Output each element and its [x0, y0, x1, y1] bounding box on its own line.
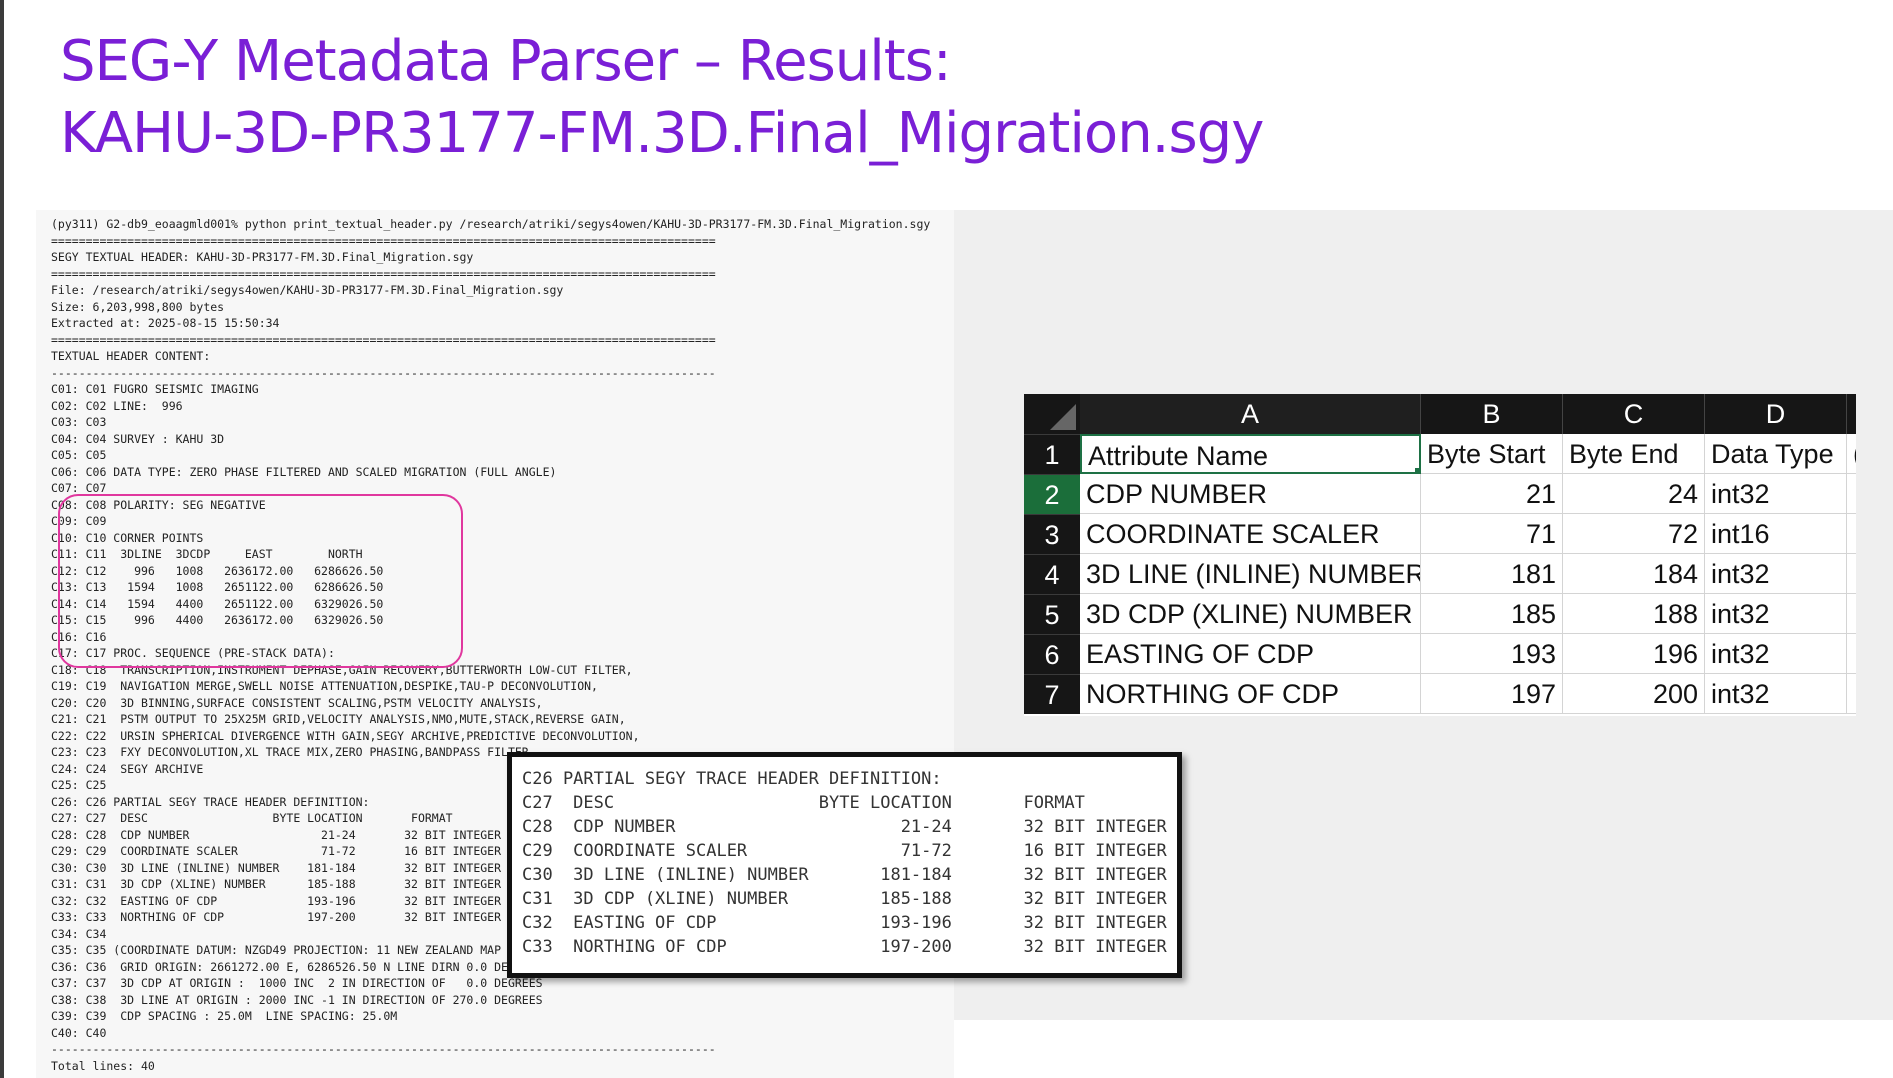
- row-header[interactable]: 7: [1024, 674, 1080, 714]
- cell-e5[interactable]: [1847, 594, 1856, 634]
- cell-e2[interactable]: [1847, 474, 1856, 514]
- cell-a1[interactable]: Attribute Name: [1080, 434, 1421, 474]
- cell-a4[interactable]: 3D LINE (INLINE) NUMBER: [1080, 554, 1421, 594]
- cell-a7[interactable]: NORTHING OF CDP: [1080, 674, 1421, 714]
- column-header-a[interactable]: A: [1080, 394, 1421, 434]
- slide-left-border: [0, 0, 4, 1078]
- cell-b5[interactable]: 185: [1421, 594, 1563, 634]
- cell-c6[interactable]: 196: [1563, 634, 1705, 674]
- page-title-line2: KAHU-3D-PR3177-FM.3D.Final_Migration.sgy: [60, 101, 1264, 166]
- sheet-row: 1 Attribute Name Byte Start Byte End Data Ty…: [1024, 434, 1856, 474]
- row-header[interactable]: 2: [1024, 474, 1080, 514]
- corner-points-highlight: [58, 494, 463, 668]
- cell-d3[interactable]: int16: [1705, 514, 1847, 554]
- cell-b1[interactable]: Byte Start: [1421, 434, 1563, 474]
- column-header-d[interactable]: D: [1705, 394, 1847, 434]
- row-header[interactable]: 5: [1024, 594, 1080, 634]
- cell-d2[interactable]: int32: [1705, 474, 1847, 514]
- cell-b6[interactable]: 193: [1421, 634, 1563, 674]
- cell-e3[interactable]: [1847, 514, 1856, 554]
- page-title-line1: SEG-Y Metadata Parser – Results:: [60, 29, 952, 94]
- cell-e7[interactable]: [1847, 674, 1856, 714]
- cell-a3[interactable]: COORDINATE SCALER: [1080, 514, 1421, 554]
- row-header[interactable]: 4: [1024, 554, 1080, 594]
- row-header[interactable]: 3: [1024, 514, 1080, 554]
- cell-b4[interactable]: 181: [1421, 554, 1563, 594]
- cell-c1[interactable]: Byte End: [1563, 434, 1705, 474]
- cell-c3[interactable]: 72: [1563, 514, 1705, 554]
- column-header-b[interactable]: B: [1421, 394, 1563, 434]
- select-all-corner[interactable]: [1024, 394, 1080, 434]
- cell-a2[interactable]: CDP NUMBER: [1080, 474, 1421, 514]
- cell-c5[interactable]: 188: [1563, 594, 1705, 634]
- cell-c4[interactable]: 184: [1563, 554, 1705, 594]
- sheet-row: 4 3D LINE (INLINE) NUMBER 181 184 int32: [1024, 554, 1856, 594]
- cell-a6[interactable]: EASTING OF CDP: [1080, 634, 1421, 674]
- spreadsheet: A B C D 1 Attribute Name Byte Start Byte En…: [1024, 394, 1856, 716]
- trace-header-zoom-callout: C26 PARTIAL SEGY TRACE HEADER DEFINITION…: [507, 752, 1182, 978]
- sheet-row: 3 COORDINATE SCALER 71 72 int16: [1024, 514, 1856, 554]
- cell-d6[interactable]: int32: [1705, 634, 1847, 674]
- cell-b2[interactable]: 21: [1421, 474, 1563, 514]
- cell-c7[interactable]: 200: [1563, 674, 1705, 714]
- sheet-row: 7 NORTHING OF CDP 197 200 int32: [1024, 674, 1856, 714]
- cell-b7[interactable]: 197: [1421, 674, 1563, 714]
- cell-d7[interactable]: int32: [1705, 674, 1847, 714]
- sheet-row: 6 EASTING OF CDP 193 196 int32: [1024, 634, 1856, 674]
- cell-a5[interactable]: 3D CDP (XLINE) NUMBER: [1080, 594, 1421, 634]
- sheet-row: 2 CDP NUMBER 21 24 int32: [1024, 474, 1856, 514]
- cell-b3[interactable]: 71: [1421, 514, 1563, 554]
- cell-c2[interactable]: 24: [1563, 474, 1705, 514]
- cell-e4[interactable]: [1847, 554, 1856, 594]
- row-header[interactable]: 6: [1024, 634, 1080, 674]
- sheet-row: 5 3D CDP (XLINE) NUMBER 185 188 int32: [1024, 594, 1856, 634]
- row-header[interactable]: 1: [1024, 434, 1080, 474]
- column-header-row: A B C D: [1024, 394, 1856, 434]
- cell-e6[interactable]: [1847, 634, 1856, 674]
- page-title: SEG-Y Metadata Parser – Results: KAHU-3D…: [60, 26, 1264, 170]
- cell-d4[interactable]: int32: [1705, 554, 1847, 594]
- cell-d1[interactable]: Data Type: [1705, 434, 1847, 474]
- cell-e1[interactable]: (: [1847, 434, 1856, 474]
- column-header-c[interactable]: C: [1563, 394, 1705, 434]
- cell-d5[interactable]: int32: [1705, 594, 1847, 634]
- zoom-text: C26 PARTIAL SEGY TRACE HEADER DEFINITION…: [522, 769, 1167, 957]
